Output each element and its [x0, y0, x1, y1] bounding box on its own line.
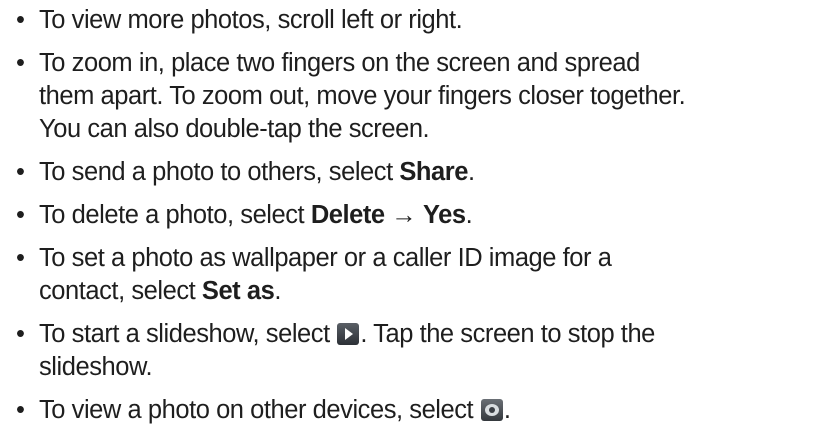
- list-item: • To send a photo to others, select Shar…: [14, 156, 822, 189]
- item-text: To delete a photo, select: [39, 201, 311, 229]
- item-text: .: [503, 396, 511, 424]
- item-text: To set a photo as wallpaper or a caller …: [39, 244, 612, 272]
- item-text: You can also double-tap the screen.: [39, 115, 430, 143]
- list-item: • To view more photos, scroll left or ri…: [14, 4, 822, 37]
- share-label: Share: [399, 158, 468, 186]
- item-text: contact, select: [39, 277, 202, 305]
- item-text: To send a photo to others, select: [39, 158, 400, 186]
- bullet: •: [16, 201, 25, 229]
- list-item: • To delete a photo, select Delete → Yes…: [14, 199, 822, 232]
- list-item: • To zoom in, place two fingers on the s…: [14, 47, 822, 146]
- bullet: •: [16, 6, 25, 34]
- item-text: To zoom in, place two fingers on the scr…: [39, 49, 640, 77]
- item-text: .: [274, 277, 281, 305]
- bullet: •: [16, 320, 25, 348]
- item-text: To view more photos, scroll left or righ…: [39, 6, 463, 34]
- list-item: • To view a photo on other devices, sele…: [14, 394, 822, 427]
- item-text: them apart. To zoom out, move your finge…: [39, 82, 686, 110]
- manual-page: • To view more photos, scroll left or ri…: [0, 0, 826, 435]
- item-text: .: [465, 201, 473, 229]
- play-icon: [337, 323, 360, 345]
- bullet: •: [16, 396, 25, 424]
- share-to-devices-icon: [480, 399, 503, 421]
- bullet: •: [16, 158, 25, 186]
- bullet: •: [16, 244, 25, 272]
- arrow: →: [384, 201, 423, 229]
- item-text: . Tap the screen to stop the: [360, 320, 655, 348]
- item-text: .: [467, 158, 475, 186]
- list-item: • To start a slideshow, select . Tap the…: [14, 318, 822, 384]
- item-text: To view a photo on other devices, select: [39, 396, 480, 424]
- item-text: slideshow.: [39, 353, 153, 381]
- yes-label: Yes: [423, 201, 466, 229]
- bullet: •: [16, 49, 25, 77]
- list-item: • To set a photo as wallpaper or a calle…: [14, 242, 822, 308]
- set-as-label: Set as: [201, 277, 275, 305]
- item-text: To start a slideshow, select: [39, 320, 337, 348]
- delete-label: Delete: [310, 201, 385, 229]
